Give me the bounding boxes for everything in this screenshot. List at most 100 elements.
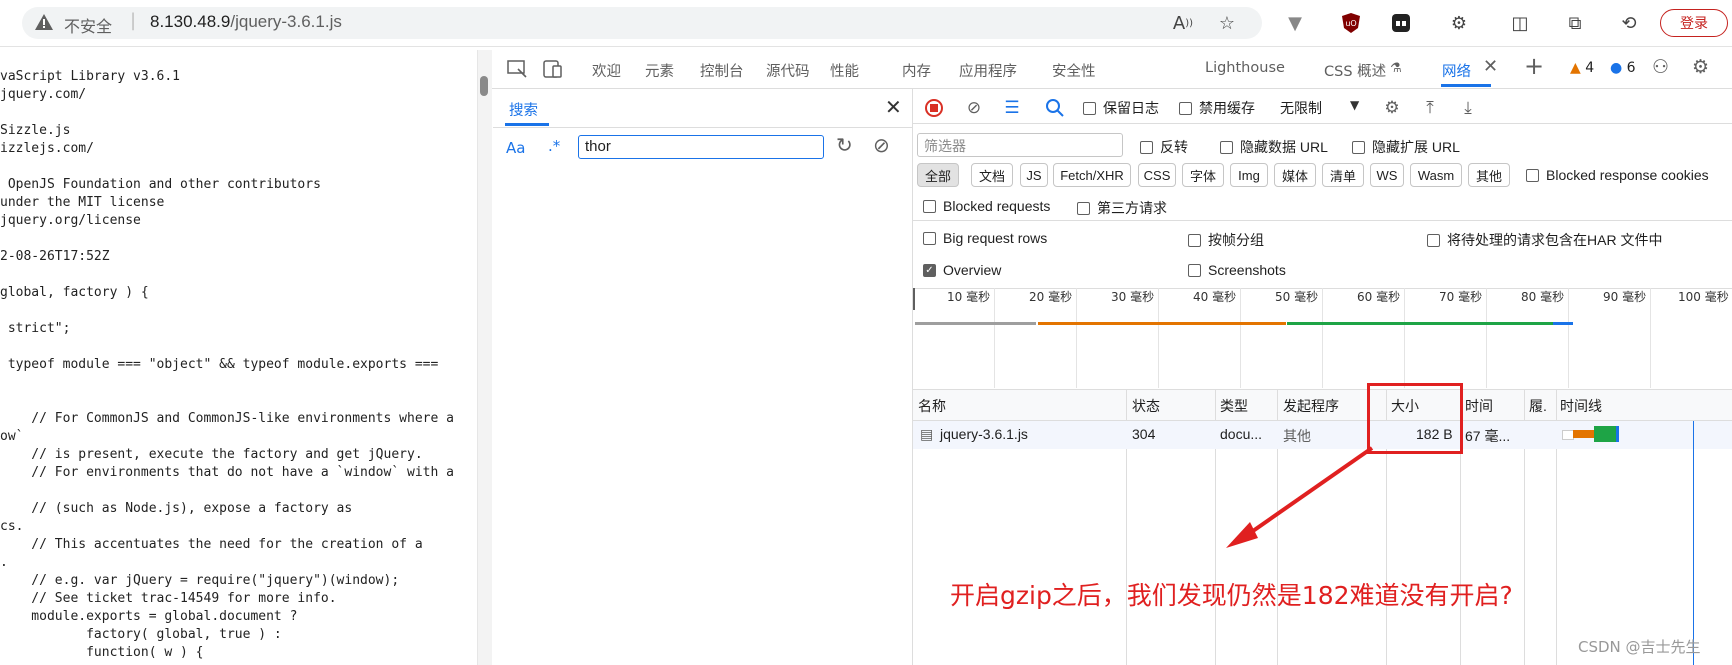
tab-search[interactable]: 搜索 — [509, 99, 538, 120]
har-pending-checkbox[interactable]: 将待处理的请求包含在HAR 文件中 — [1427, 230, 1662, 250]
overview-left-handle[interactable] — [913, 288, 915, 310]
col-fulfilled[interactable]: 履. — [1529, 396, 1547, 416]
add-tab-icon[interactable]: + — [1524, 52, 1544, 80]
checkbox-box[interactable] — [1140, 140, 1153, 154]
warning-count-icon[interactable]: ▲ 4 — [1570, 60, 1594, 76]
search-input[interactable]: thor — [578, 135, 824, 159]
hide-ext-urls-checkbox[interactable]: 隐藏扩展 URL — [1352, 137, 1460, 157]
collections-icon[interactable]: ⧉ — [1562, 10, 1588, 36]
checkbox-box[interactable] — [1352, 140, 1365, 154]
extensions-puzzle-icon[interactable]: ⚙ — [1446, 10, 1472, 36]
checkbox-box[interactable] — [1526, 168, 1539, 182]
tab-elements[interactable]: 元素 — [645, 60, 674, 81]
chip-ws[interactable]: WS — [1370, 163, 1404, 187]
hide-data-urls-checkbox[interactable]: 隐藏数据 URL — [1220, 137, 1328, 157]
checkbox-box[interactable] — [1220, 140, 1233, 154]
customize-icon[interactable]: ⚇ — [1652, 56, 1669, 78]
preserve-log-checkbox[interactable]: 保留日志 — [1083, 98, 1159, 118]
checkbox-box[interactable] — [1083, 101, 1096, 115]
checkbox-box[interactable] — [1188, 233, 1201, 247]
checkbox-box[interactable] — [923, 199, 936, 213]
search-icon[interactable] — [1043, 96, 1067, 120]
col-type[interactable]: 类型 — [1220, 396, 1248, 416]
scrollbar-thumb[interactable] — [480, 76, 488, 96]
checkbox-box[interactable] — [1077, 201, 1090, 215]
chip-js[interactable]: JS — [1020, 163, 1048, 187]
checkbox-box[interactable] — [1427, 233, 1440, 247]
warning-icon[interactable] — [34, 13, 54, 35]
clear-search-icon[interactable]: ⊘ — [873, 133, 890, 157]
chip-font[interactable]: 字体 — [1182, 163, 1224, 187]
screenshots-checkbox[interactable]: Screenshots — [1188, 262, 1286, 278]
chip-other[interactable]: 其他 — [1468, 163, 1510, 187]
col-status[interactable]: 状态 — [1132, 396, 1160, 416]
checkbox-box[interactable] — [1188, 263, 1201, 277]
tab-welcome[interactable]: 欢迎 — [592, 60, 621, 81]
refresh-search-icon[interactable]: ↻ — [836, 133, 853, 157]
close-tab-icon[interactable]: ✕ — [1483, 56, 1498, 77]
col-time[interactable]: 时间 — [1465, 396, 1493, 416]
row-name[interactable]: jquery-3.6.1.js — [940, 426, 1028, 442]
chip-manifest[interactable]: 清单 — [1322, 163, 1364, 187]
waterfall-end — [1616, 426, 1619, 442]
tab-network[interactable]: 网络 — [1442, 60, 1471, 81]
source-scrollbar[interactable] — [477, 50, 492, 665]
chip-css[interactable]: CSS — [1138, 163, 1176, 187]
tab-sources[interactable]: 源代码 — [766, 60, 810, 81]
big-rows-checkbox[interactable]: Big request rows — [923, 230, 1047, 246]
clear-log-icon[interactable]: ⊘ — [962, 96, 986, 120]
filter-input[interactable]: 筛选器 — [917, 133, 1123, 157]
checkbox-box[interactable] — [1179, 101, 1192, 115]
ublock-icon[interactable]: uO — [1338, 10, 1364, 36]
col-name[interactable]: 名称 — [918, 396, 946, 416]
regex-toggle[interactable]: .* — [548, 137, 560, 155]
import-har-icon[interactable]: ⤒ — [1418, 96, 1442, 120]
bookmark-star-icon[interactable]: ☆ — [1214, 10, 1240, 36]
chevron-down-icon[interactable]: ▼ — [1350, 98, 1359, 112]
split-screen-icon[interactable]: ◫ — [1507, 10, 1533, 36]
settings-gear-icon[interactable]: ⚙ — [1692, 56, 1709, 78]
chip-fetch-xhr[interactable]: Fetch/XHR — [1053, 163, 1131, 187]
chip-img[interactable]: Img — [1230, 163, 1268, 187]
url-text[interactable]: 8.130.48.9/jquery-3.6.1.js — [150, 12, 342, 32]
record-stop-icon[interactable] — [922, 96, 946, 120]
chip-all[interactable]: 全部 — [917, 163, 959, 187]
tab-performance[interactable]: 性能 — [830, 60, 859, 81]
tab-lighthouse[interactable]: Lighthouse — [1205, 60, 1285, 76]
tab-memory[interactable]: 内存 — [902, 60, 931, 81]
disable-cache-checkbox[interactable]: 禁用缓存 — [1179, 98, 1255, 118]
export-har-icon[interactable]: ⤓ — [1456, 96, 1480, 120]
security-label[interactable]: 不安全 — [64, 13, 112, 37]
read-aloud-icon[interactable]: A)) — [1170, 10, 1196, 36]
match-case-toggle[interactable]: Aa — [506, 139, 525, 157]
checkbox-box[interactable] — [923, 231, 936, 245]
group-by-frame-checkbox[interactable]: 按帧分组 — [1188, 230, 1264, 250]
chip-doc[interactable]: 文档 — [971, 163, 1013, 187]
extension-v-icon[interactable]: ▼ — [1282, 10, 1308, 36]
col-waterfall[interactable]: 时间线 — [1560, 396, 1602, 416]
tab-css-overview[interactable]: CSS 概述 — [1324, 60, 1386, 81]
invert-checkbox[interactable]: 反转 — [1140, 137, 1188, 157]
tab-security[interactable]: 安全性 — [1052, 60, 1096, 81]
filter-toggle-icon[interactable]: ☰ — [1000, 96, 1024, 120]
extension-dark-icon[interactable] — [1388, 10, 1414, 36]
source-code: vaScript Library v3.6.1 jquery.com/ Sizz… — [0, 69, 454, 660]
checkbox-box-checked[interactable]: ✓ — [923, 263, 936, 277]
throttle-select[interactable]: 无限制 — [1280, 98, 1322, 118]
blocked-requests-checkbox[interactable]: Blocked requests — [923, 198, 1050, 214]
tab-console[interactable]: 控制台 — [700, 60, 744, 81]
login-button[interactable]: 登录 — [1660, 9, 1728, 37]
chip-media[interactable]: 媒体 — [1274, 163, 1316, 187]
inspect-element-icon[interactable] — [506, 58, 528, 84]
issues-count-icon[interactable]: ● 6 — [1610, 60, 1636, 76]
overview-checkbox[interactable]: ✓ Overview — [923, 262, 1001, 278]
blocked-cookies-checkbox[interactable]: Blocked response cookies — [1526, 167, 1709, 183]
close-search-icon[interactable]: ✕ — [885, 95, 902, 119]
chip-wasm[interactable]: Wasm — [1410, 163, 1462, 187]
third-party-checkbox[interactable]: 第三方请求 — [1077, 198, 1167, 218]
col-initiator[interactable]: 发起程序 — [1283, 396, 1339, 416]
device-toolbar-icon[interactable] — [542, 58, 564, 84]
network-conditions-icon[interactable]: ⚙ — [1380, 96, 1404, 120]
tab-application[interactable]: 应用程序 — [959, 60, 1017, 81]
history-icon[interactable]: ⟲ — [1616, 10, 1642, 36]
